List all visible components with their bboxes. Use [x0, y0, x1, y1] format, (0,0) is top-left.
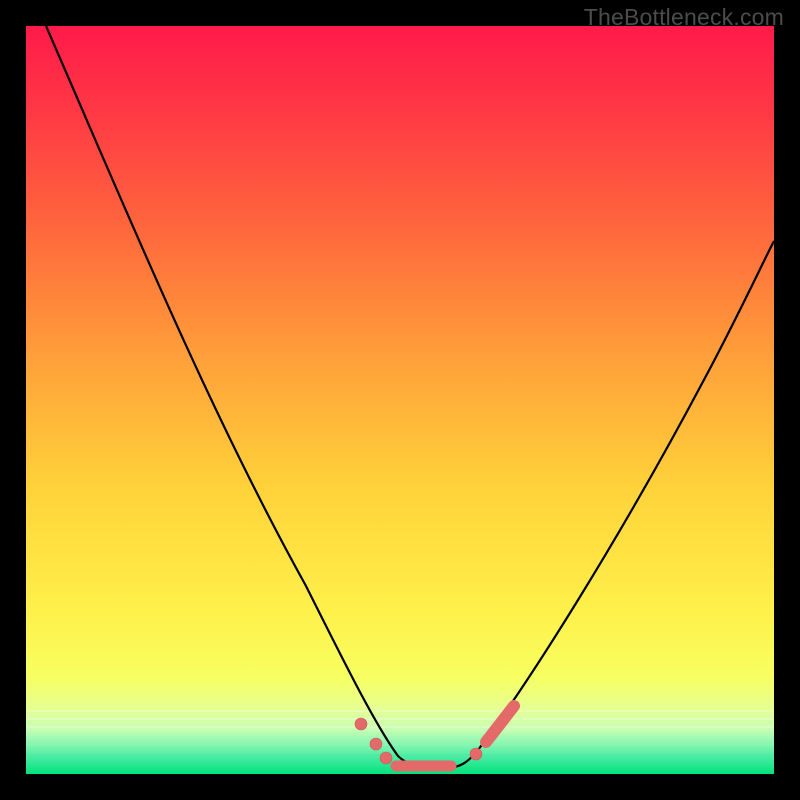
gradient-background: [26, 26, 774, 774]
plot-area: [26, 26, 774, 774]
chart-frame: TheBottleneck.com: [0, 0, 800, 800]
plot-svg: [26, 26, 774, 774]
